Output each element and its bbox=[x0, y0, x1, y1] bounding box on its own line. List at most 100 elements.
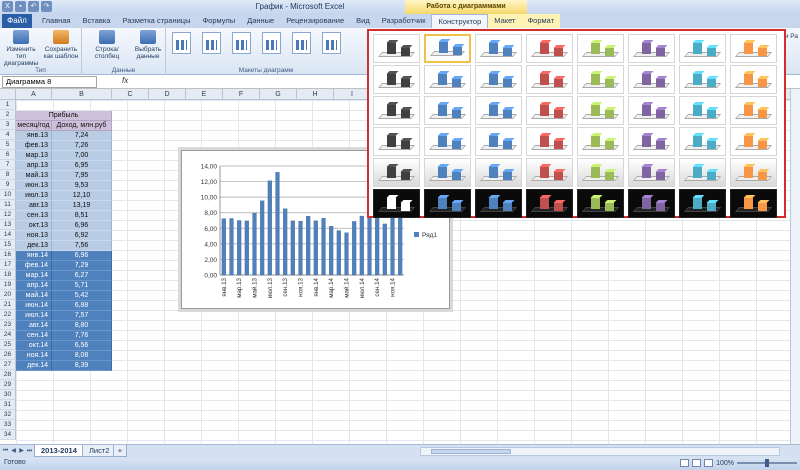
chart-style-38[interactable] bbox=[628, 158, 675, 187]
income-cell[interactable]: 13,19 bbox=[52, 201, 112, 211]
horizontal-scroll-thumb[interactable] bbox=[431, 449, 511, 454]
chart-style-20[interactable] bbox=[526, 96, 573, 125]
income-cell[interactable]: 7,24 bbox=[52, 131, 112, 141]
row-header-1[interactable]: 1 bbox=[0, 100, 16, 110]
column-header-a[interactable]: A bbox=[16, 89, 52, 100]
column-header-b[interactable]: B bbox=[52, 89, 112, 100]
tab-file[interactable]: Файл bbox=[2, 14, 32, 28]
chart-style-6[interactable] bbox=[628, 34, 675, 63]
normal-view-icon[interactable] bbox=[680, 459, 690, 467]
row-header-20[interactable]: 20 bbox=[0, 290, 16, 300]
row-header-16[interactable]: 16 bbox=[0, 250, 16, 260]
row-header-32[interactable]: 32 bbox=[0, 410, 16, 420]
chart-style-27[interactable] bbox=[475, 127, 522, 156]
row-header-6[interactable]: 6 bbox=[0, 150, 16, 160]
chart-style-24[interactable] bbox=[730, 96, 777, 125]
chart-style-7[interactable] bbox=[679, 34, 726, 63]
save-as-template-button[interactable]: Сохранить как шаблон bbox=[42, 30, 80, 60]
income-cell[interactable]: 8,51 bbox=[52, 211, 112, 221]
select-all-corner[interactable] bbox=[0, 89, 16, 100]
chart-style-29[interactable] bbox=[577, 127, 624, 156]
month-cell[interactable]: авг.14 bbox=[16, 321, 52, 331]
month-cell[interactable]: ноя.14 bbox=[16, 351, 52, 361]
chart-style-21[interactable] bbox=[577, 96, 624, 125]
column-header-g[interactable]: G bbox=[260, 89, 297, 100]
zoom-slider-knob[interactable] bbox=[765, 459, 769, 467]
income-cell[interactable]: 5,71 bbox=[52, 281, 112, 291]
save-icon[interactable]: ▪ bbox=[15, 1, 26, 12]
chart-layout-1[interactable] bbox=[172, 32, 191, 54]
chart-style-47[interactable] bbox=[679, 189, 726, 218]
row-header-12[interactable]: 12 bbox=[0, 210, 16, 220]
chart-style-2[interactable] bbox=[424, 34, 471, 63]
row-header-24[interactable]: 24 bbox=[0, 330, 16, 340]
month-cell[interactable]: июн.13 bbox=[16, 181, 52, 191]
income-cell[interactable]: 6,56 bbox=[52, 341, 112, 351]
tab-developer[interactable]: Разработчик bbox=[376, 14, 432, 28]
chart-style-40[interactable] bbox=[730, 158, 777, 187]
month-cell[interactable]: окт.14 bbox=[16, 341, 52, 351]
chart-style-19[interactable] bbox=[475, 96, 522, 125]
income-cell[interactable]: 7,95 bbox=[52, 171, 112, 181]
chart-layout-4[interactable] bbox=[262, 32, 281, 54]
zoom-level[interactable]: 100% bbox=[716, 460, 734, 467]
row-header-25[interactable]: 25 bbox=[0, 340, 16, 350]
tab-page-layout[interactable]: Разметка страницы bbox=[116, 14, 196, 28]
chart-style-9[interactable] bbox=[373, 65, 420, 94]
income-cell[interactable]: 7,76 bbox=[52, 331, 112, 341]
undo-icon[interactable]: ↶ bbox=[28, 1, 39, 12]
row-header-22[interactable]: 22 bbox=[0, 310, 16, 320]
tab-format[interactable]: Формат bbox=[521, 14, 561, 28]
month-cell[interactable]: июн.14 bbox=[16, 301, 52, 311]
chart-style-34[interactable] bbox=[424, 158, 471, 187]
row-header-19[interactable]: 19 bbox=[0, 280, 16, 290]
income-cell[interactable]: 8,39 bbox=[52, 361, 112, 371]
tab-formulas[interactable]: Формулы bbox=[196, 14, 241, 28]
chart-style-36[interactable] bbox=[526, 158, 573, 187]
income-cell[interactable]: 7,56 bbox=[52, 241, 112, 251]
zoom-slider[interactable] bbox=[737, 459, 797, 467]
chart-style-26[interactable] bbox=[424, 127, 471, 156]
table-title-cell[interactable]: Прибыль bbox=[16, 111, 112, 121]
chart-style-48[interactable] bbox=[730, 189, 777, 218]
change-chart-type-button[interactable]: Изменить тип диаграммы bbox=[2, 30, 40, 67]
row-header-2[interactable]: 2 bbox=[0, 110, 16, 120]
chart-layout-5[interactable] bbox=[292, 32, 311, 54]
chart-style-45[interactable] bbox=[577, 189, 624, 218]
row-header-13[interactable]: 13 bbox=[0, 220, 16, 230]
income-cell[interactable]: 7,00 bbox=[52, 151, 112, 161]
chart-style-32[interactable] bbox=[730, 127, 777, 156]
row-header-17[interactable]: 17 bbox=[0, 260, 16, 270]
select-data-button[interactable]: Выбрать данные bbox=[132, 30, 164, 60]
month-cell[interactable]: июл.13 bbox=[16, 191, 52, 201]
chart-style-28[interactable] bbox=[526, 127, 573, 156]
row-header-28[interactable]: 28 bbox=[0, 370, 16, 380]
redo-icon[interactable]: ↷ bbox=[41, 1, 52, 12]
tab-home[interactable]: Главная bbox=[36, 14, 77, 28]
row-header-34[interactable]: 34 bbox=[0, 430, 16, 440]
chart-style-37[interactable] bbox=[577, 158, 624, 187]
income-cell[interactable]: 7,26 bbox=[52, 141, 112, 151]
income-cell[interactable]: 6,27 bbox=[52, 271, 112, 281]
income-cell[interactable]: 12,10 bbox=[52, 191, 112, 201]
chart-style-16[interactable] bbox=[730, 65, 777, 94]
row-header-29[interactable]: 29 bbox=[0, 380, 16, 390]
income-cell[interactable]: 6,95 bbox=[52, 161, 112, 171]
row-header-14[interactable]: 14 bbox=[0, 230, 16, 240]
chart-style-18[interactable] bbox=[424, 96, 471, 125]
chart-style-43[interactable] bbox=[475, 189, 522, 218]
month-cell[interactable]: авг.13 bbox=[16, 201, 52, 211]
chart-style-35[interactable] bbox=[475, 158, 522, 187]
chart-style-44[interactable] bbox=[526, 189, 573, 218]
column-header-h[interactable]: H bbox=[297, 89, 334, 100]
row-header-7[interactable]: 7 bbox=[0, 160, 16, 170]
row-header-5[interactable]: 5 bbox=[0, 140, 16, 150]
chart-style-41[interactable] bbox=[373, 189, 420, 218]
chart-style-17[interactable] bbox=[373, 96, 420, 125]
month-header-cell[interactable]: месяц/год bbox=[16, 121, 52, 131]
chart-style-39[interactable] bbox=[679, 158, 726, 187]
month-cell[interactable]: июл.14 bbox=[16, 311, 52, 321]
insert-function-icon[interactable]: fx bbox=[122, 76, 128, 85]
column-header-c[interactable]: C bbox=[112, 89, 149, 100]
next-sheet-icon[interactable]: ▶ bbox=[18, 447, 25, 456]
